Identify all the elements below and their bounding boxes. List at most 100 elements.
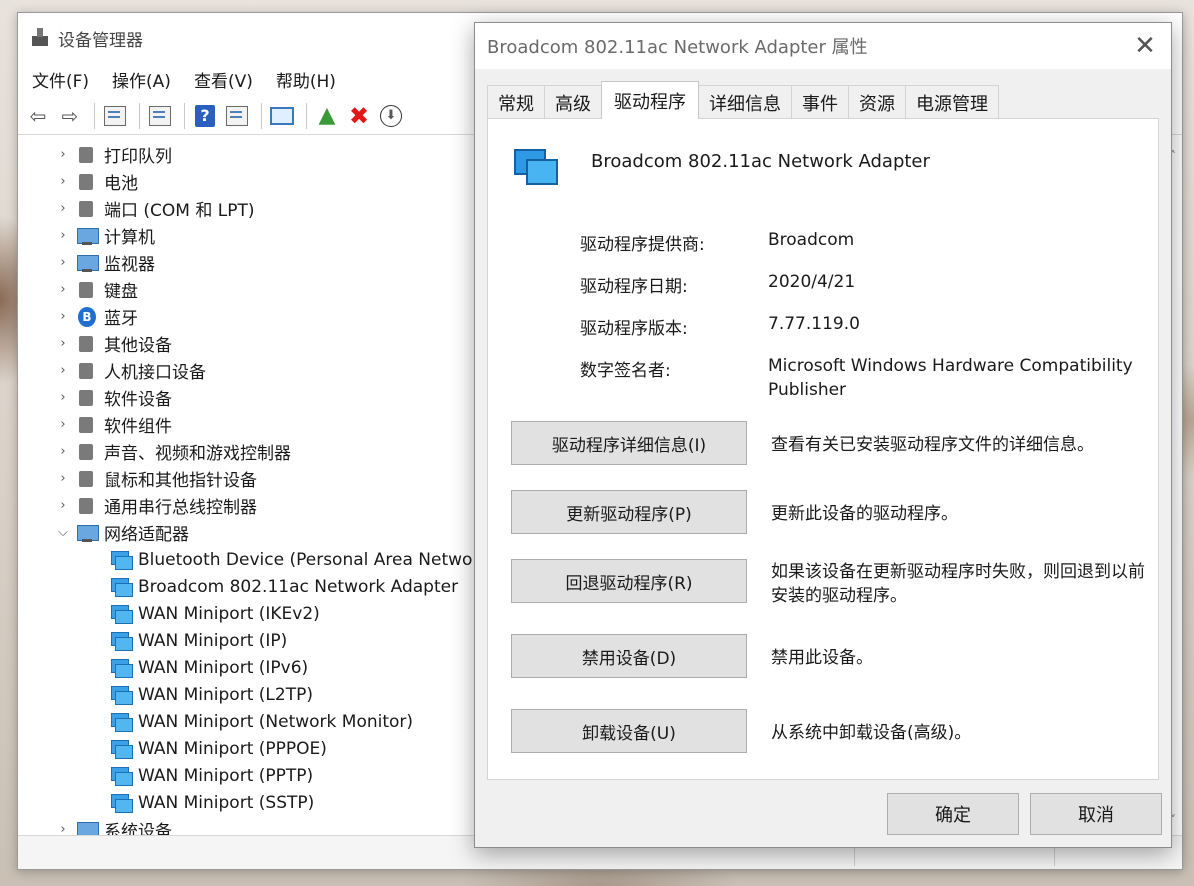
forward-arrow-icon[interactable]: ⇨ [56, 102, 84, 130]
network-adapter-icon [110, 658, 133, 678]
update-driver-desc: 更新此设备的驱动程序。 [771, 504, 958, 524]
update-driver-button[interactable]: 更新驱动程序(P) [511, 490, 747, 534]
chevron-right-icon[interactable]: › [54, 444, 72, 459]
disable-device-button[interactable]: 禁用设备(D) [511, 634, 747, 678]
show-hide-console-tree-icon[interactable] [101, 102, 129, 130]
tree-item-network-child[interactable]: WAN Miniport (PPTP) [106, 762, 313, 789]
chevron-right-icon[interactable]: › [54, 282, 72, 297]
tree-item-network-child[interactable]: WAN Miniport (IP) [106, 627, 287, 654]
network-adapter-icon [110, 739, 133, 759]
uninstall-device-desc: 从系统中卸载设备(高级)。 [771, 723, 972, 743]
driver-tab-panel: Broadcom 802.11ac Network Adapter 驱动程序提供… [487, 118, 1159, 780]
tree-item-computer[interactable]: › 计算机 [54, 222, 155, 249]
network-adapter-icon [110, 685, 133, 705]
tree-item-network-child[interactable]: WAN Miniport (IPv6) [106, 654, 308, 681]
tree-item-label: 键盘 [104, 282, 138, 302]
tree-item-bluetooth[interactable]: › 蓝牙 [54, 303, 138, 330]
chevron-right-icon[interactable]: › [54, 201, 72, 216]
tree-item-keyboards[interactable]: › 键盘 [54, 276, 138, 303]
chevron-right-icon[interactable]: › [54, 822, 72, 835]
chevron-right-icon[interactable]: › [54, 417, 72, 432]
dialog-titlebar: Broadcom 802.11ac Network Adapter 属性 [475, 23, 1171, 69]
printer-icon [76, 145, 98, 165]
tab-general[interactable]: 常规 [487, 85, 545, 119]
tree-item-network-child[interactable]: WAN Miniport (PPPOE) [106, 735, 327, 762]
chevron-right-icon[interactable]: › [54, 336, 72, 351]
tree-item-network-child[interactable]: WAN Miniport (SSTP) [106, 789, 314, 816]
tree-item-network-adapters[interactable]: ⌵ 网络适配器 [54, 519, 189, 546]
roll-back-driver-button[interactable]: 回退驱动程序(R) [511, 559, 747, 603]
software-component-icon [76, 415, 98, 435]
tab-resources[interactable]: 资源 [848, 85, 906, 119]
menu-help[interactable]: 帮助(H) [276, 67, 336, 92]
tree-item-batteries[interactable]: › 电池 [54, 168, 138, 195]
tree-item-monitors[interactable]: › 监视器 [54, 249, 155, 276]
cancel-button[interactable]: 取消 [1030, 793, 1162, 835]
chevron-right-icon[interactable]: › [54, 309, 72, 324]
tree-item-label: WAN Miniport (PPPOE) [138, 738, 327, 759]
tree-item-label: 监视器 [104, 255, 155, 275]
tree-item-network-child[interactable]: WAN Miniport (L2TP) [106, 681, 313, 708]
tree-item-software-devices[interactable]: › 软件设备 [54, 384, 172, 411]
update-driver-icon[interactable]: ▲ [313, 102, 341, 130]
menu-view[interactable]: 查看(V) [194, 67, 253, 92]
tab-driver[interactable]: 驱动程序 [601, 81, 699, 119]
driver-version-value: 7.77.119.0 [768, 314, 860, 334]
menu-action[interactable]: 操作(A) [112, 67, 171, 92]
tree-item-label: WAN Miniport (PPTP) [138, 765, 314, 786]
chevron-right-icon[interactable]: › [54, 228, 72, 243]
tree-item-print-queues[interactable]: › 打印队列 [54, 141, 172, 168]
tree-item-network-child[interactable]: Bluetooth Device (Personal Area Network) [106, 546, 478, 573]
tree-item-label: 通用串行总线控制器 [104, 498, 257, 518]
chevron-right-icon[interactable]: › [54, 471, 72, 486]
disable-device-desc: 禁用此设备。 [771, 648, 873, 668]
properties-icon[interactable] [146, 102, 174, 130]
tree-item-label: Bluetooth Device (Personal Area Network) [138, 549, 478, 570]
tree-item-system-devices[interactable]: › 系统设备 [54, 816, 172, 835]
tab-events[interactable]: 事件 [791, 85, 849, 119]
tree-item-mice[interactable]: › 鼠标和其他指针设备 [54, 465, 257, 492]
tree-item-software-components[interactable]: › 软件组件 [54, 411, 172, 438]
uninstall-device-button[interactable]: 卸载设备(U) [511, 709, 747, 753]
tab-advanced[interactable]: 高级 [544, 85, 602, 119]
menu-file[interactable]: 文件(F) [32, 67, 89, 92]
back-arrow-icon[interactable]: ⇦ [24, 102, 52, 130]
digital-signer-label: 数字签名者: [580, 361, 671, 381]
toolbar-separator [306, 102, 307, 129]
tree-item-network-child[interactable]: WAN Miniport (Network Monitor) [106, 708, 413, 735]
close-icon[interactable]: ✕ [1119, 23, 1171, 69]
chevron-right-icon[interactable]: › [54, 390, 72, 405]
uninstall-device-icon[interactable]: ✖ [345, 102, 373, 130]
tree-item-label: 电池 [104, 174, 138, 194]
tree-item-sound[interactable]: › 声音、视频和游戏控制器 [54, 438, 291, 465]
show-action-pane-icon[interactable] [223, 102, 251, 130]
properties-dialog: Broadcom 802.11ac Network Adapter 属性 ✕ 常… [474, 22, 1172, 848]
tab-power-management[interactable]: 电源管理 [905, 85, 999, 119]
tab-details[interactable]: 详细信息 [698, 85, 792, 119]
tree-item-other-devices[interactable]: › 其他设备 [54, 330, 172, 357]
driver-details-button[interactable]: 驱动程序详细信息(I) [511, 421, 747, 465]
tree-item-hid[interactable]: › 人机接口设备 [54, 357, 206, 384]
chevron-right-icon[interactable]: › [54, 174, 72, 189]
tree-item-network-child[interactable]: Broadcom 802.11ac Network Adapter [106, 573, 458, 600]
tree-item-ports[interactable]: › 端口 (COM 和 LPT) [54, 195, 255, 222]
software-device-icon [76, 388, 98, 408]
help-icon[interactable]: ? [191, 102, 219, 130]
speaker-icon [76, 442, 98, 462]
tab-strip: 常规 高级 驱动程序 详细信息 事件 资源 电源管理 [487, 81, 1159, 119]
network-adapter-icon [76, 523, 99, 543]
toolbar-separator [184, 102, 185, 129]
chevron-down-icon[interactable]: ⌵ [54, 525, 72, 540]
tree-item-usb[interactable]: › 通用串行总线控制器 [54, 492, 257, 519]
scan-hardware-icon[interactable] [268, 102, 296, 130]
chevron-right-icon[interactable]: › [54, 498, 72, 513]
tree-item-label: 蓝牙 [104, 309, 138, 329]
tree-item-network-child[interactable]: WAN Miniport (IKEv2) [106, 600, 320, 627]
tree-item-label: 声音、视频和游戏控制器 [104, 444, 291, 464]
network-adapter-icon [110, 631, 133, 651]
chevron-right-icon[interactable]: › [54, 363, 72, 378]
chevron-right-icon[interactable]: › [54, 147, 72, 162]
chevron-right-icon[interactable]: › [54, 255, 72, 270]
enable-device-icon[interactable]: ⬇ [377, 102, 405, 130]
ok-button[interactable]: 确定 [887, 793, 1019, 835]
